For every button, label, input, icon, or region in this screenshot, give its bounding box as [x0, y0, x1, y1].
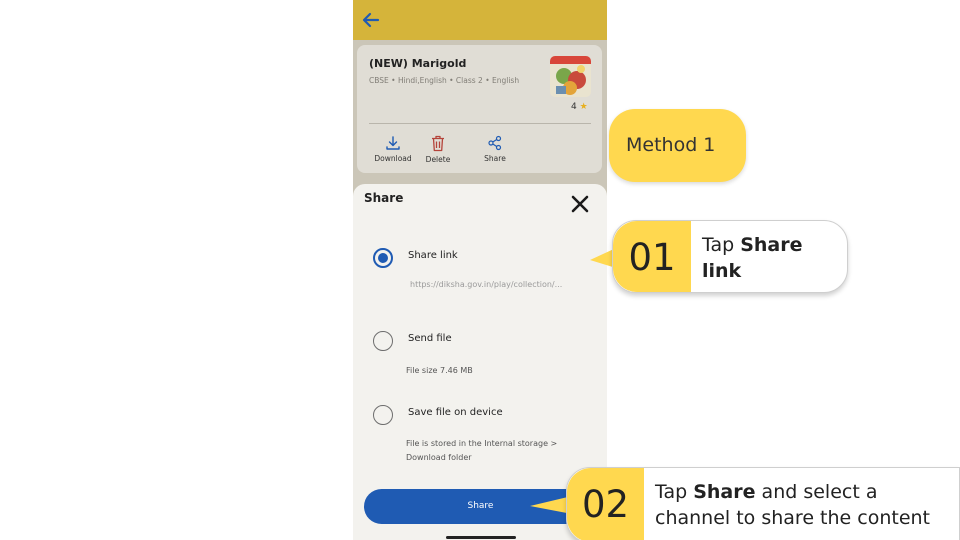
step-1-callout: 01 Tap Share link [612, 220, 848, 293]
send-file-radio[interactable] [373, 331, 393, 351]
share-link-radio[interactable] [373, 248, 393, 268]
step-2-text-line2: channel to share the content [655, 507, 931, 529]
share-link-url: https://diksha.gov.in/play/collection/..… [410, 280, 563, 289]
share-action-label: Share [484, 154, 506, 163]
share-action-button[interactable]: Share [473, 135, 517, 163]
star-icon: ★ [579, 102, 588, 112]
download-icon [386, 136, 400, 150]
phone-screen: (NEW) Marigold CBSE • Hindi,English • Cl… [353, 0, 607, 540]
save-file-radio[interactable] [373, 405, 393, 425]
step-1-number: 01 [613, 221, 691, 292]
card-divider [369, 123, 591, 124]
storage-location-line1: File is stored in the Internal storage > [406, 439, 558, 448]
content-rating: 4 ★ [571, 102, 588, 112]
step-2-text-pre: Tap [655, 481, 694, 503]
content-thumbnail [550, 56, 591, 97]
step-1-text: Tap Share link [702, 232, 847, 284]
rating-value: 4 [571, 102, 577, 112]
step-2-callout: 02 Tap Share and select a channel to sha… [566, 467, 960, 540]
back-arrow-icon[interactable] [360, 9, 382, 31]
content-meta: CBSE • Hindi,English • Class 2 • English [369, 76, 520, 85]
step-2-number: 02 [567, 468, 644, 540]
storage-location-line2: Download folder [406, 453, 472, 462]
delete-button[interactable]: Delete [416, 135, 460, 164]
app-bar [353, 0, 607, 40]
method-label: Method 1 [609, 109, 746, 182]
content-title: (NEW) Marigold [369, 57, 467, 70]
delete-label: Delete [425, 155, 451, 164]
download-label: Download [374, 154, 412, 163]
book-cover-image [550, 56, 591, 97]
send-file-label: Send file [408, 333, 452, 344]
sheet-title: Share [364, 191, 404, 205]
save-file-label: Save file on device [408, 407, 503, 418]
step-1-text-pre: Tap [702, 234, 741, 256]
step-2-text-post: and select a [755, 481, 878, 503]
trash-icon [432, 135, 444, 152]
close-icon[interactable] [571, 195, 589, 213]
file-size-text: File size 7.46 MB [406, 366, 473, 375]
share-icon [488, 135, 502, 151]
share-link-label: Share link [408, 250, 458, 261]
step-2-text: Tap Share and select a channel to share … [655, 479, 955, 531]
step-2-text-bold: Share [693, 481, 756, 503]
download-button[interactable]: Download [371, 135, 415, 163]
content-card: (NEW) Marigold CBSE • Hindi,English • Cl… [357, 45, 602, 173]
home-indicator [446, 536, 516, 539]
